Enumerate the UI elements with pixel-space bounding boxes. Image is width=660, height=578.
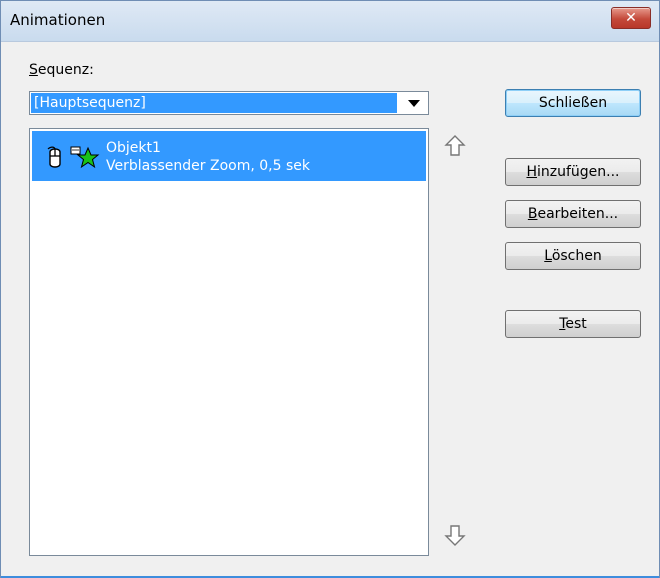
mouse-icon — [47, 146, 61, 168]
edit-button-label: Bearbeiten... — [527, 206, 619, 222]
item-icons — [44, 145, 100, 171]
chevron-down-icon — [408, 99, 420, 107]
sequence-selected-value: [Hauptsequenz] — [31, 93, 397, 113]
up-arrow-icon — [444, 135, 466, 156]
close-button-label: Schließen — [538, 95, 608, 111]
item-name: Objekt1 — [106, 140, 161, 156]
add-button[interactable]: Hinzufügen... — [505, 158, 641, 186]
delete-button-label: Löschen — [544, 248, 602, 264]
test-button-label: Test — [559, 316, 587, 332]
close-icon: ✕ — [625, 10, 637, 26]
item-description: Verblassender Zoom, 0,5 sek — [106, 158, 310, 174]
close-window-button[interactable]: ✕ — [611, 7, 651, 29]
add-button-label: Hinzufügen... — [526, 164, 620, 180]
delete-button[interactable]: Löschen — [505, 242, 641, 270]
move-up-button[interactable] — [439, 131, 471, 161]
move-down-button[interactable] — [439, 520, 471, 550]
edit-button[interactable]: Bearbeiten... — [505, 200, 641, 228]
star-effect-icon — [70, 146, 100, 169]
sequence-dropdown[interactable]: [Hauptsequenz] — [29, 91, 429, 115]
sequence-label: Sequenz: — [29, 62, 94, 78]
dialog-title: Animationen — [10, 11, 106, 29]
animations-dialog: Animationen ✕ Sequenz: [Hauptsequenz] Ob… — [0, 0, 660, 578]
close-button[interactable]: Schließen — [505, 89, 641, 117]
down-arrow-icon — [444, 525, 466, 546]
title-bar: Animationen ✕ — [1, 1, 659, 42]
animation-list[interactable]: Objekt1 Verblassender Zoom, 0,5 sek — [29, 128, 429, 556]
test-button[interactable]: Test — [505, 310, 641, 338]
list-item[interactable]: Objekt1 Verblassender Zoom, 0,5 sek — [32, 131, 426, 181]
sequence-label-mnemonic: S — [29, 62, 38, 78]
dropdown-arrow-button[interactable] — [400, 92, 428, 114]
sequence-label-rest: equenz: — [37, 62, 94, 78]
